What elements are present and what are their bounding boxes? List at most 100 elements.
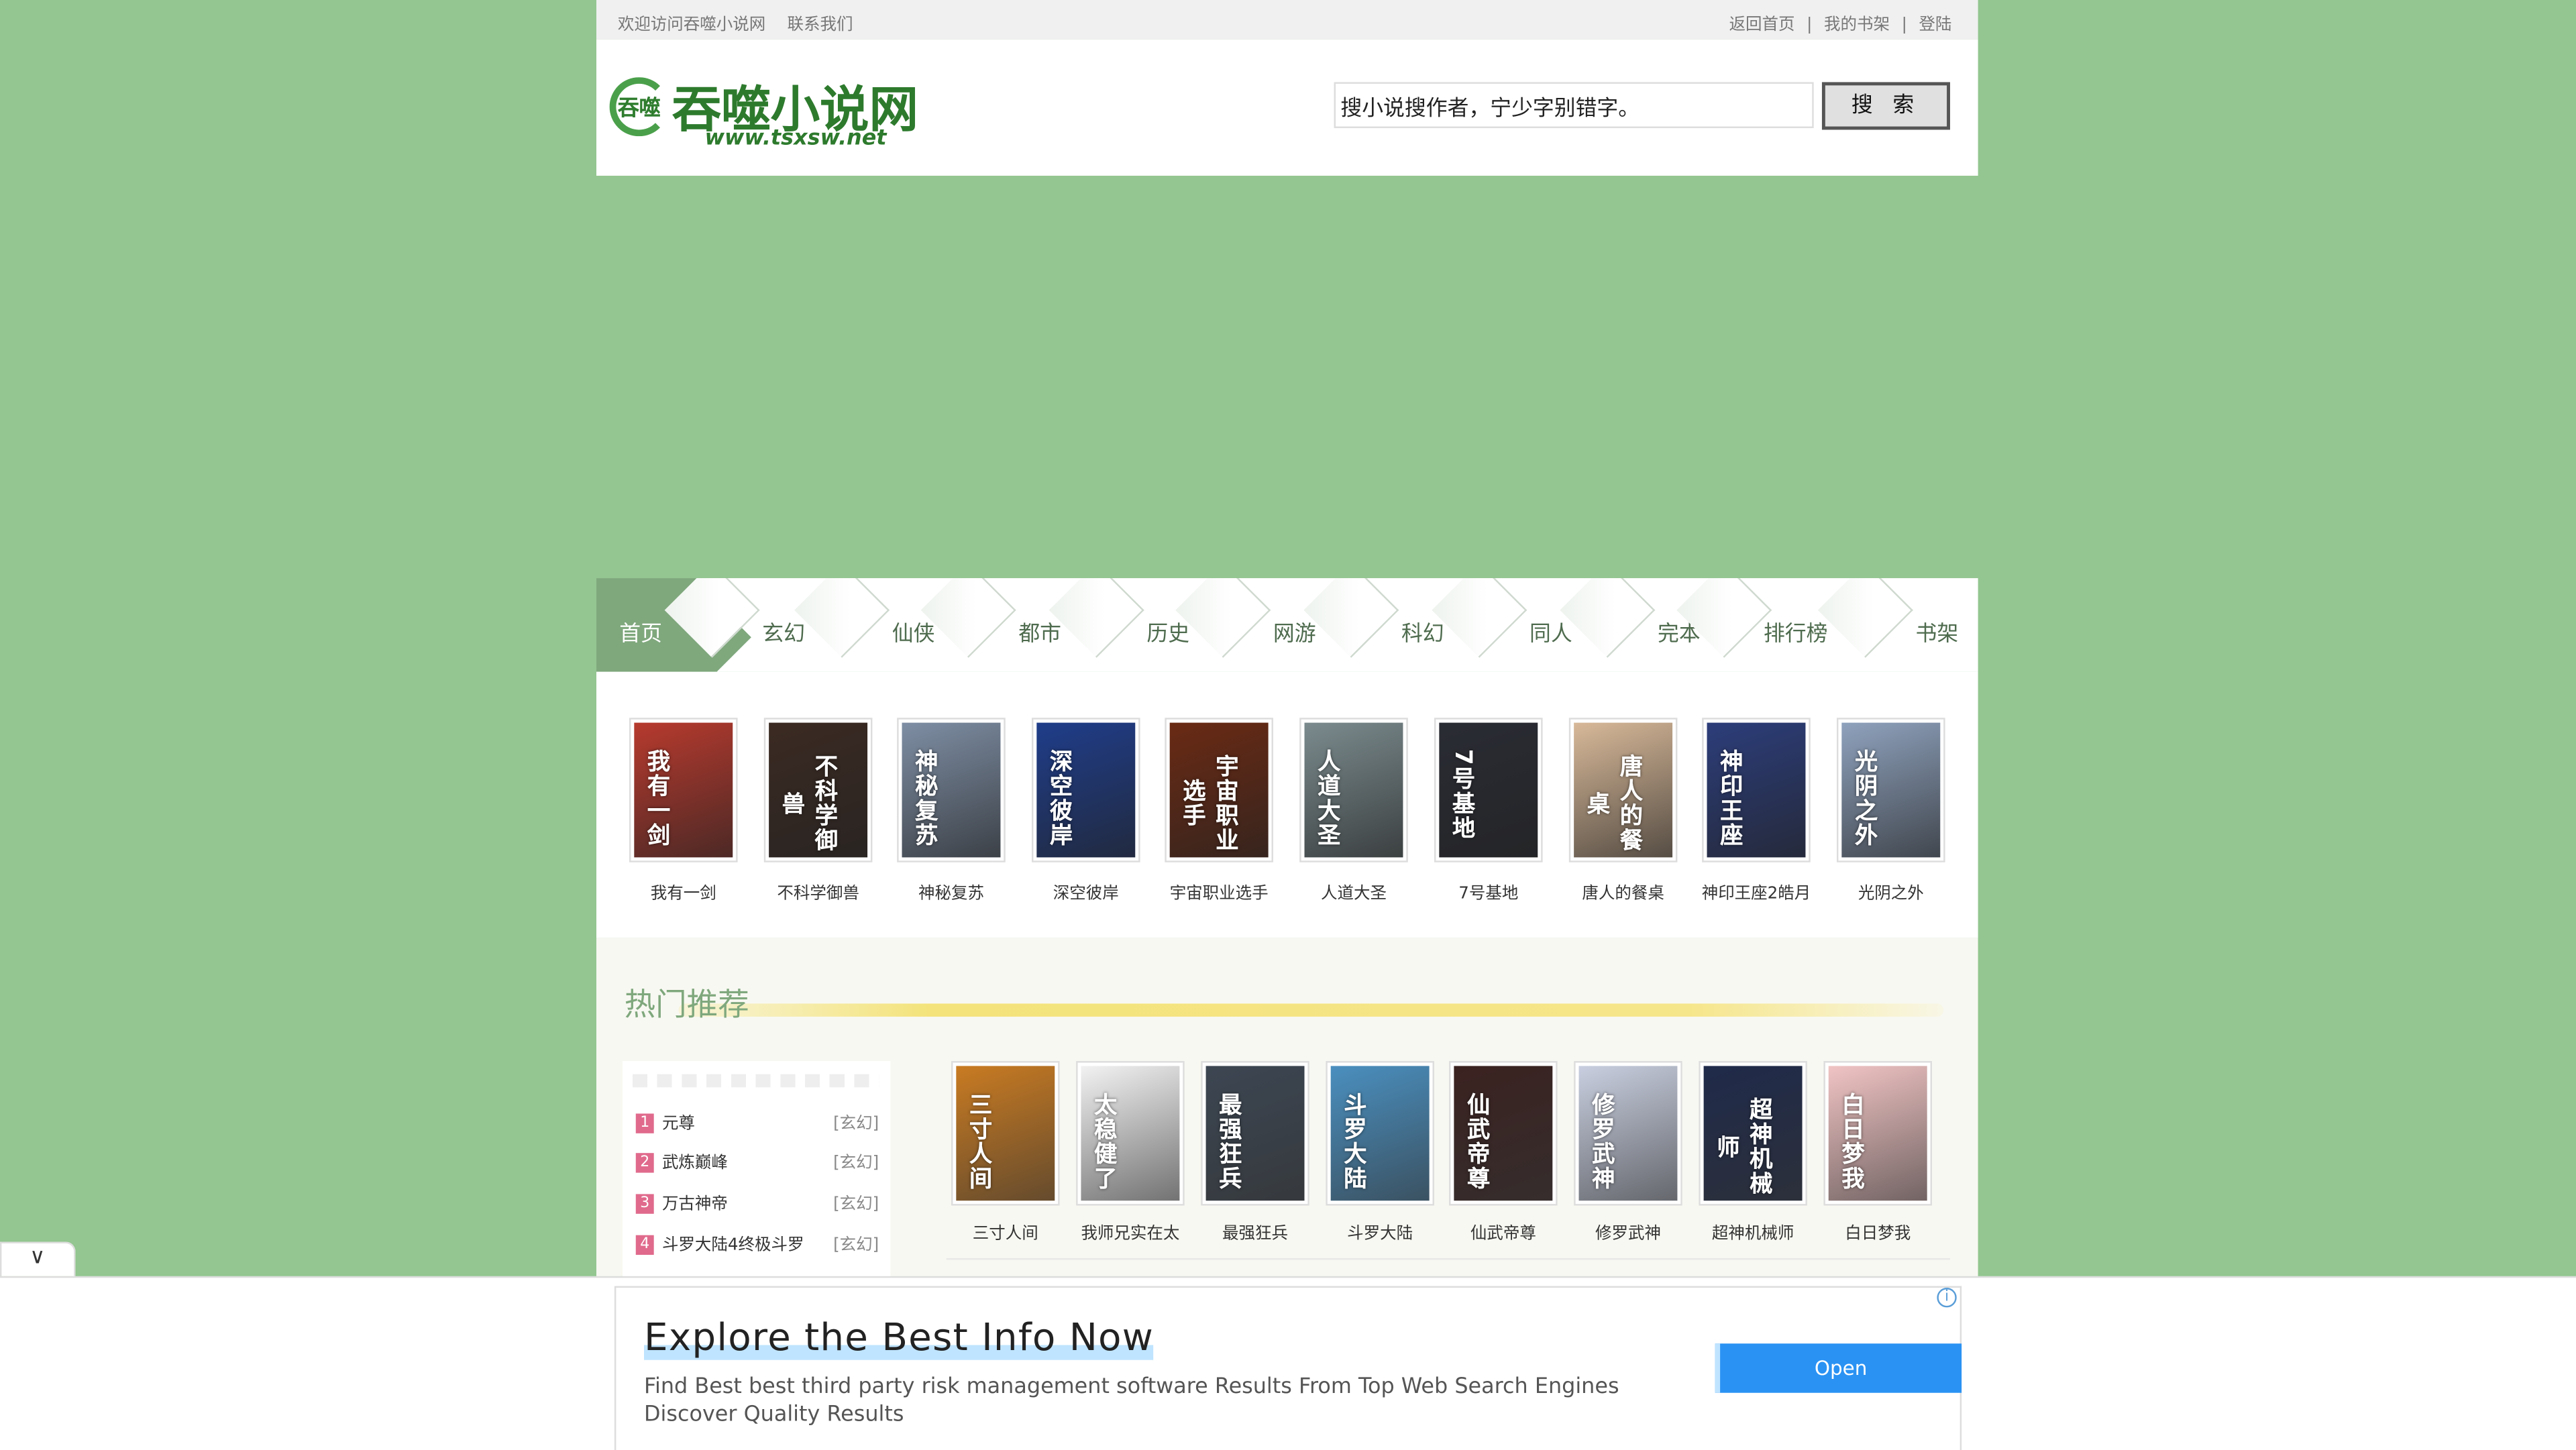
- book-title[interactable]: 三寸人间: [948, 1219, 1063, 1243]
- rank-title[interactable]: 斗罗大陆4终极斗罗: [662, 1237, 804, 1255]
- book-item[interactable]: 宇宙职业选手 宇宙职业选手: [1163, 718, 1275, 903]
- book-item[interactable]: 超神机械师 超神机械师: [1695, 1061, 1810, 1243]
- cover-title: 7号基地: [1449, 748, 1476, 841]
- ad-box[interactable]: i Explore the Best Info Now Find Best be…: [614, 1286, 1962, 1450]
- ad-collapse-button[interactable]: ∨: [0, 1241, 76, 1276]
- book-cover[interactable]: 修罗武神: [1574, 1061, 1682, 1206]
- rank-number: 4: [635, 1235, 654, 1256]
- book-item[interactable]: 人道大圣 人道大圣: [1298, 718, 1410, 903]
- book-item[interactable]: 深空彼岸 深空彼岸: [1030, 718, 1142, 903]
- book-cover[interactable]: 超神机械师: [1699, 1061, 1807, 1206]
- contact-link[interactable]: 联系我们: [788, 16, 853, 34]
- book-cover[interactable]: 太稳健了: [1076, 1061, 1185, 1206]
- book-title[interactable]: 白日梦我: [1820, 1219, 1935, 1243]
- divider-dots: [632, 1074, 879, 1088]
- book-item[interactable]: 白日梦我 白日梦我: [1820, 1061, 1935, 1243]
- cover-title: 白日梦我: [1838, 1092, 1865, 1191]
- book-item[interactable]: 唐人的餐桌 唐人的餐桌: [1567, 718, 1679, 903]
- book-cover[interactable]: 三寸人间: [951, 1061, 1060, 1206]
- book-cover[interactable]: 人道大圣: [1299, 718, 1408, 862]
- book-cover[interactable]: 唐人的餐桌: [1568, 718, 1678, 862]
- rank-row[interactable]: 3 万古神帝 [玄幻]: [635, 1189, 879, 1219]
- book-item[interactable]: 光阴之外 光阴之外: [1835, 718, 1947, 903]
- book-item[interactable]: 神秘复苏 神秘复苏: [896, 718, 1008, 903]
- site-logo[interactable]: 吞噬 吞噬小说网 www.tsxsw.net: [609, 72, 918, 154]
- book-item[interactable]: 修罗武神 修罗武神: [1570, 1061, 1685, 1243]
- book-title[interactable]: 我师兄实在太: [1073, 1219, 1187, 1243]
- book-title[interactable]: 最强狂兵: [1197, 1219, 1312, 1243]
- book-item[interactable]: 斗罗大陆 斗罗大陆: [1322, 1061, 1437, 1243]
- search-input[interactable]: [1334, 82, 1814, 129]
- hot-title: 热门推荐: [624, 987, 749, 1023]
- cover-title: 神秘复苏: [912, 748, 938, 848]
- ad-open-button[interactable]: Open: [1715, 1343, 1962, 1393]
- book-cover[interactable]: 深空彼岸: [1031, 718, 1140, 862]
- my-shelf-link[interactable]: 我的书架: [1824, 16, 1890, 34]
- book-cover[interactable]: 光阴之外: [1836, 718, 1945, 862]
- rank-number: 2: [635, 1153, 654, 1173]
- book-cover[interactable]: 仙武帝尊: [1449, 1061, 1558, 1206]
- book-title[interactable]: 不科学御兽: [762, 879, 874, 903]
- ad-info-icon[interactable]: i: [1937, 1288, 1957, 1308]
- separator: |: [1901, 16, 1907, 35]
- cover-title: 仙武帝尊: [1464, 1092, 1491, 1191]
- book-title[interactable]: 光阴之外: [1835, 879, 1947, 903]
- book-cover[interactable]: 斗罗大陆: [1326, 1061, 1434, 1206]
- book-title[interactable]: 神印王座2皓月: [1701, 879, 1813, 903]
- book-title[interactable]: 神秘复苏: [896, 879, 1008, 903]
- book-title[interactable]: 超神机械师: [1695, 1219, 1810, 1243]
- logo-badge-text: 吞噬: [617, 97, 661, 122]
- book-cover[interactable]: 神印王座: [1702, 718, 1811, 862]
- cover-title: 神印王座: [1717, 748, 1743, 848]
- rank-title[interactable]: 武炼巅峰: [662, 1155, 728, 1173]
- book-cover[interactable]: 不科学御兽: [763, 718, 873, 862]
- book-title[interactable]: 唐人的餐桌: [1567, 879, 1679, 903]
- rank-category: [玄幻]: [833, 1154, 879, 1173]
- book-item[interactable]: 7号基地 7号基地: [1433, 718, 1545, 903]
- login-link[interactable]: 登陆: [1919, 16, 1951, 34]
- book-item[interactable]: 我有一剑 我有一剑: [628, 718, 740, 903]
- back-home-link[interactable]: 返回首页: [1729, 16, 1795, 34]
- cover-title: 超神机械师: [1713, 1097, 1773, 1196]
- book-title[interactable]: 我有一剑: [628, 879, 740, 903]
- nav-item[interactable]: 书架: [1888, 578, 1978, 672]
- rank-title[interactable]: 万古神帝: [662, 1196, 728, 1214]
- book-title[interactable]: 仙武帝尊: [1446, 1219, 1560, 1243]
- book-title[interactable]: 斗罗大陆: [1322, 1219, 1437, 1243]
- book-title[interactable]: 人道大圣: [1298, 879, 1410, 903]
- book-title[interactable]: 深空彼岸: [1030, 879, 1142, 903]
- book-cover[interactable]: 最强狂兵: [1201, 1061, 1309, 1206]
- rank-category: [玄幻]: [833, 1115, 879, 1133]
- rank-row[interactable]: 2 武炼巅峰 [玄幻]: [635, 1148, 879, 1178]
- book-cover[interactable]: 7号基地: [1434, 718, 1543, 862]
- ad-title[interactable]: Explore the Best Info Now: [644, 1317, 1155, 1360]
- book-cover[interactable]: 神秘复苏: [897, 718, 1006, 862]
- welcome-text: 欢迎访问吞噬小说网: [617, 16, 766, 35]
- book-item[interactable]: 最强狂兵 最强狂兵: [1197, 1061, 1312, 1243]
- cover-title: 宇宙职业选手: [1179, 754, 1239, 853]
- top-bar-left: 欢迎访问吞噬小说网 联系我们: [617, 10, 869, 35]
- site-header: 吞噬 吞噬小说网 www.tsxsw.net 搜 索: [596, 39, 1978, 176]
- book-title[interactable]: 修罗武神: [1570, 1219, 1685, 1243]
- rank-title[interactable]: 元尊: [662, 1115, 695, 1133]
- book-item[interactable]: 神印王座神印王座2皓月: [1701, 718, 1813, 903]
- book-item[interactable]: 三寸人间 三寸人间: [948, 1061, 1063, 1243]
- rank-row[interactable]: 1 元尊 [玄幻]: [635, 1109, 879, 1138]
- rank-row[interactable]: 4 斗罗大陆4终极斗罗 [玄幻]: [635, 1230, 879, 1260]
- separator: |: [1807, 16, 1813, 35]
- cover-title: 我有一剑: [644, 748, 671, 848]
- book-cover[interactable]: 宇宙职业选手: [1165, 718, 1273, 862]
- book-item[interactable]: 太稳健了我师兄实在太: [1073, 1061, 1187, 1243]
- book-cover[interactable]: 白日梦我: [1823, 1061, 1933, 1206]
- book-cover[interactable]: 我有一剑: [629, 718, 738, 862]
- chevron-down-icon: ∨: [30, 1245, 46, 1270]
- title-highlight: [678, 1003, 1944, 1017]
- book-title[interactable]: 7号基地: [1433, 879, 1545, 903]
- book-title[interactable]: 宇宙职业选手: [1163, 879, 1275, 903]
- nav-item[interactable]: 排行榜: [1746, 578, 1845, 672]
- book-item[interactable]: 不科学御兽 不科学御兽: [762, 718, 874, 903]
- book-item[interactable]: 仙武帝尊 仙武帝尊: [1446, 1061, 1560, 1243]
- rank-number: 3: [635, 1194, 654, 1214]
- search-button[interactable]: 搜 索: [1821, 82, 1950, 130]
- cover-title: 三寸人间: [966, 1092, 993, 1191]
